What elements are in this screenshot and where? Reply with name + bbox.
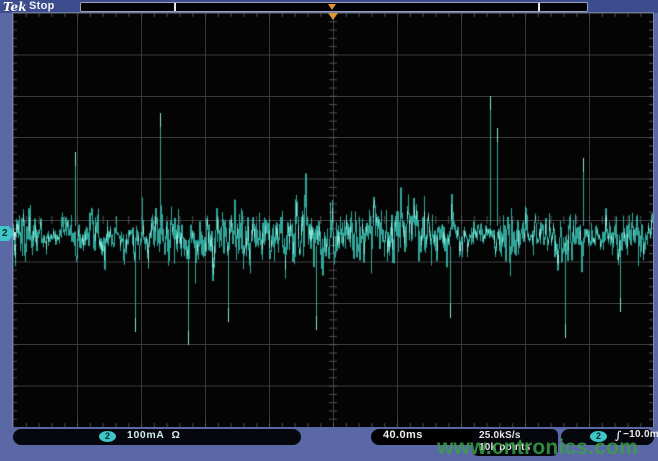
acquisition-status: Stop — [29, 0, 55, 12]
trigger-level: −10.0mA — [623, 429, 658, 440]
channel2-readout: 2 100mA Ω — [13, 429, 301, 445]
record-trigger-position-icon — [328, 4, 336, 10]
record-view-bar — [80, 2, 588, 12]
edge-slope-icon: ∫ — [615, 429, 621, 442]
tek-logo: Tek — [3, 0, 27, 14]
oscilloscope-screen: Tek Stop 2 2 100mA Ω 40.0ms 25.0kS/s 10k … — [0, 0, 658, 461]
trigger-readout: 2 ∫ −10.0mA — [561, 429, 654, 445]
window-bracket-right-icon — [538, 3, 540, 11]
record-length: 10k points — [479, 442, 558, 454]
waveform-canvas — [13, 13, 653, 427]
acquisition-readout: 25.0kS/s 10k points — [472, 429, 558, 456]
channel2-scale: 100mA Ω — [127, 429, 180, 441]
channel2-scale-value: 100mA — [127, 429, 164, 441]
trigger-source-badge: 2 — [590, 431, 607, 442]
window-bracket-left-icon — [174, 3, 176, 11]
trigger-position-marker-icon — [328, 13, 338, 20]
timebase-value: 40.0ms — [383, 429, 423, 441]
sample-rate: 25.0kS/s — [479, 430, 558, 442]
channel2-badge: 2 — [99, 431, 116, 442]
graticule-display — [13, 13, 653, 427]
channel2-impedance: Ω — [171, 429, 180, 441]
top-status-bar: Tek Stop — [0, 0, 658, 13]
channel2-position-marker: 2 — [0, 226, 14, 241]
bottom-readout-bar: 2 100mA Ω 40.0ms 25.0kS/s 10k points 2 ∫ … — [0, 427, 658, 461]
